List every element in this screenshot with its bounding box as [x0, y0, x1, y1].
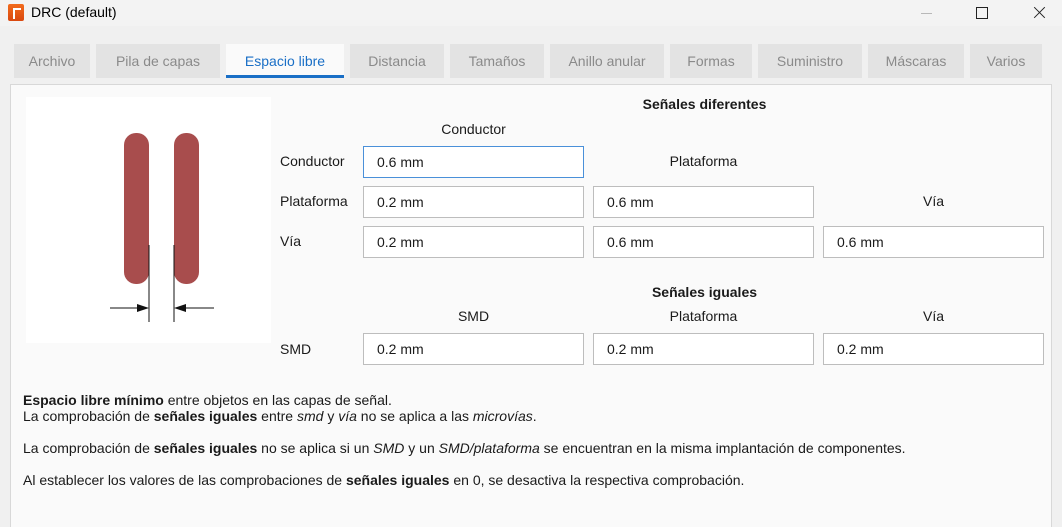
conductor-conductor-input[interactable] — [363, 146, 584, 178]
via-via-input[interactable] — [823, 226, 1044, 258]
description-line-2: La comprobación de señales iguales entre… — [23, 408, 537, 424]
tab-tamanos[interactable]: Tamaños — [450, 44, 544, 78]
pad-conductor-input[interactable] — [363, 186, 584, 218]
clearance-panel: Señales diferentes Conductor Conductor P… — [10, 84, 1052, 527]
tab-distancia[interactable]: Distancia — [350, 44, 444, 78]
right-trace — [174, 133, 199, 284]
tab-mascaras[interactable]: Máscaras — [868, 44, 964, 78]
different-signals-heading: Señales diferentes — [642, 96, 767, 112]
row-pad-label: Plataforma — [280, 193, 348, 209]
col-smd-header: SMD — [457, 308, 490, 324]
tab-pila-de-capas[interactable]: Pila de capas — [96, 44, 220, 78]
window-title: DRC (default) — [31, 4, 117, 20]
tab-espacio-libre[interactable]: Espacio libre — [226, 44, 344, 78]
description-line-3: La comprobación de señales iguales no se… — [23, 440, 906, 456]
same-signals-heading: Señales iguales — [651, 284, 758, 300]
tab-archivo[interactable]: Archivo — [14, 44, 90, 78]
close-icon[interactable] — [1016, 0, 1062, 26]
col-same-pad-header: Plataforma — [669, 308, 738, 324]
description-line-4: Al establecer los valores de las comprob… — [23, 472, 745, 488]
description-line-1: Espacio libre mínimo entre objetos en la… — [23, 392, 392, 408]
smd-smd-input[interactable] — [363, 333, 584, 365]
col-conductor-header: Conductor — [441, 121, 506, 137]
right-arrowhead — [174, 304, 186, 312]
smd-via-input[interactable] — [823, 333, 1044, 365]
title-bar: DRC (default) — [0, 0, 1062, 26]
tab-varios[interactable]: Varios — [970, 44, 1042, 78]
row-smd-label: SMD — [280, 341, 312, 357]
row-conductor-label: Conductor — [280, 153, 345, 169]
smd-pad-input[interactable] — [593, 333, 814, 365]
tab-anillo-anular[interactable]: Anillo anular — [550, 44, 664, 78]
row-via-label: Vía — [280, 233, 302, 249]
col-pad-header: Plataforma — [669, 153, 738, 169]
via-conductor-input[interactable] — [363, 226, 584, 258]
maximize-icon[interactable] — [958, 0, 1004, 26]
tab-formas[interactable]: Formas — [670, 44, 752, 78]
minimize-icon[interactable] — [904, 0, 950, 26]
via-pad-input[interactable] — [593, 226, 814, 258]
left-arrowhead — [137, 304, 149, 312]
col-same-via-header: Vía — [922, 308, 944, 324]
app-icon — [8, 4, 24, 21]
tab-suministro[interactable]: Suministro — [758, 44, 862, 78]
trace-clearance-illustration — [110, 133, 214, 322]
clearance-diagram — [26, 97, 271, 343]
left-trace — [124, 133, 149, 284]
col-via-header: Vía — [922, 193, 944, 209]
pad-pad-input[interactable] — [593, 186, 814, 218]
